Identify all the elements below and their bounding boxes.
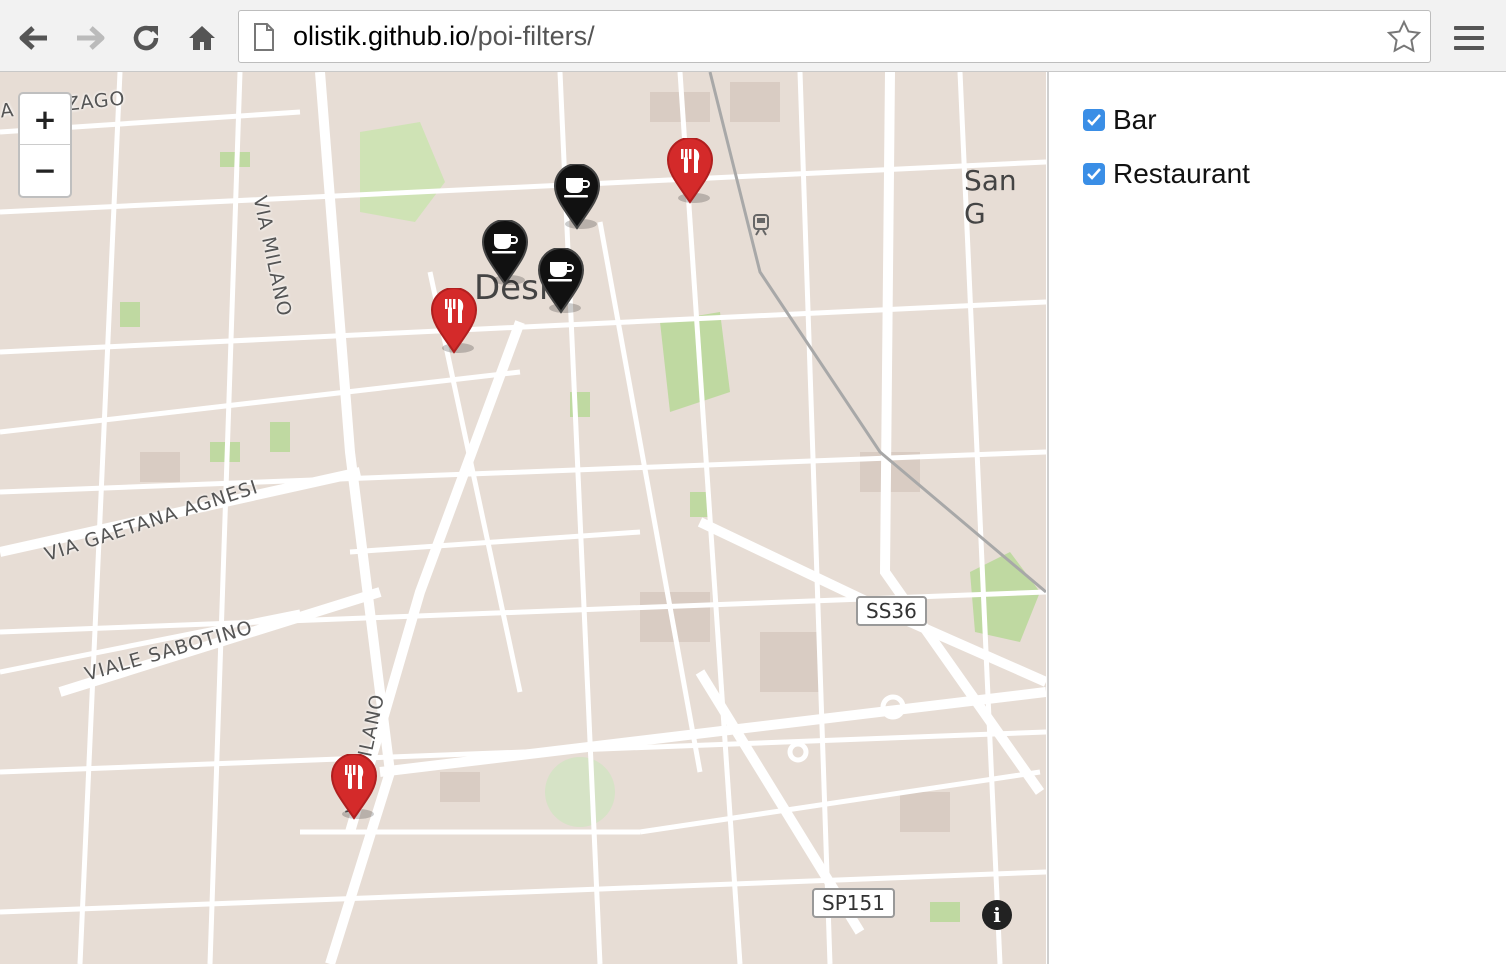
reload-icon bbox=[133, 25, 159, 51]
forward-button[interactable] bbox=[70, 18, 110, 58]
filter-panel: Bar Restaurant bbox=[1047, 72, 1503, 964]
star-icon[interactable] bbox=[1386, 19, 1422, 55]
arrow-left-icon bbox=[19, 26, 47, 50]
reload-button[interactable] bbox=[126, 18, 166, 58]
checkmark-icon bbox=[1087, 168, 1101, 180]
bar-marker[interactable] bbox=[481, 220, 529, 286]
menu-button[interactable] bbox=[1449, 18, 1489, 58]
page-icon bbox=[254, 23, 274, 51]
arrow-right-icon bbox=[77, 26, 105, 50]
url-host: olistik.github.io bbox=[293, 21, 471, 51]
checkmark-icon bbox=[1087, 114, 1101, 126]
hamburger-menu-icon bbox=[1454, 26, 1484, 50]
home-icon bbox=[189, 26, 215, 50]
back-button[interactable] bbox=[14, 18, 54, 58]
road-shield-ss36: SS36 bbox=[856, 596, 927, 626]
filter-label: Restaurant bbox=[1113, 158, 1250, 189]
road-shield-sp151: SP151 bbox=[812, 888, 895, 918]
address-bar[interactable]: olistik.github.io/poi-filters/ bbox=[238, 10, 1431, 63]
bar-marker[interactable] bbox=[537, 248, 585, 314]
train-station-icon bbox=[753, 214, 769, 236]
home-button[interactable] bbox=[182, 18, 222, 58]
filter-label: Bar bbox=[1113, 104, 1157, 135]
url-path: /poi-filters/ bbox=[470, 21, 595, 51]
zoom-control: + − bbox=[18, 92, 72, 198]
bar-marker[interactable] bbox=[553, 164, 601, 230]
info-icon: i bbox=[993, 903, 1001, 927]
restaurant-marker[interactable] bbox=[330, 754, 378, 820]
restaurant-marker[interactable] bbox=[430, 288, 478, 354]
town-label-san-g: San G bbox=[964, 164, 1017, 230]
zoom-out-button[interactable]: − bbox=[20, 145, 70, 195]
restaurant-checkbox[interactable] bbox=[1083, 163, 1105, 185]
filter-restaurant[interactable]: Restaurant bbox=[1083, 158, 1250, 190]
restaurant-marker[interactable] bbox=[666, 138, 714, 204]
bar-checkbox[interactable] bbox=[1083, 109, 1105, 131]
url-text: olistik.github.io/poi-filters/ bbox=[293, 21, 595, 52]
browser-toolbar: olistik.github.io/poi-filters/ bbox=[0, 0, 1506, 72]
filter-bar[interactable]: Bar bbox=[1083, 104, 1157, 136]
attribution-info-button[interactable]: i bbox=[982, 900, 1012, 930]
map-view[interactable]: A RONZAGO VIA MILANO VIA GAETANA AGNESI … bbox=[0, 72, 1046, 964]
zoom-in-button[interactable]: + bbox=[20, 94, 70, 145]
